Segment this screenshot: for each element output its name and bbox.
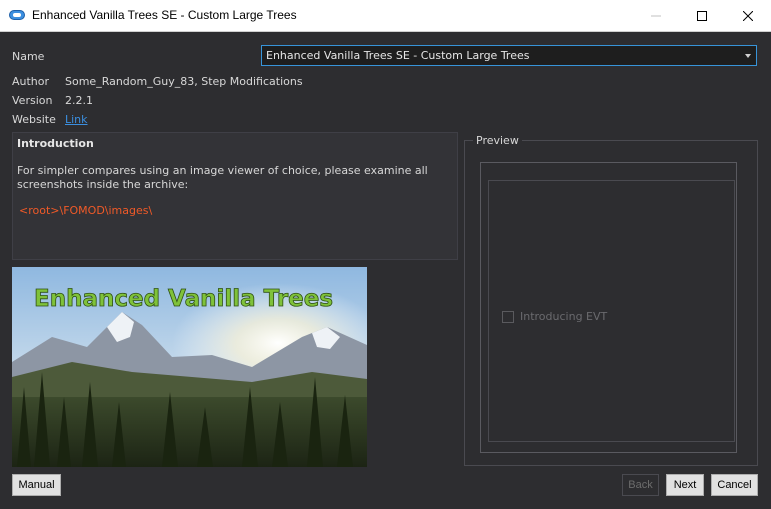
author-label: Author <box>12 75 50 88</box>
option-checkbox[interactable] <box>502 310 514 323</box>
name-label: Name <box>12 50 45 63</box>
author-value: Some_Random_Guy_83, Step Modifications <box>65 75 303 88</box>
close-button[interactable] <box>725 0 771 31</box>
title-bar: Enhanced Vanilla Trees SE - Custom Large… <box>0 0 771 32</box>
website-link[interactable]: Link <box>65 113 88 126</box>
next-button[interactable]: Next <box>666 474 704 496</box>
cancel-button[interactable]: Cancel <box>711 474 758 496</box>
maximize-icon <box>697 10 707 21</box>
option-image[interactable]: Enhanced Vanilla Trees <box>12 267 367 467</box>
landscape-image: Enhanced Vanilla Trees <box>12 267 367 467</box>
manual-button[interactable]: Manual <box>12 474 61 496</box>
intro-body: For simpler compares using an image view… <box>17 164 428 191</box>
chevron-down-icon <box>745 54 751 58</box>
name-select[interactable]: Enhanced Vanilla Trees SE - Custom Large… <box>261 45 757 66</box>
intro-heading: Introduction <box>17 137 94 150</box>
intro-path: <root>\FOMOD\images\ <box>19 204 153 217</box>
window-title: Enhanced Vanilla Trees SE - Custom Large… <box>32 8 297 22</box>
close-icon <box>743 10 753 21</box>
version-label: Version <box>12 94 53 107</box>
version-value: 2.2.1 <box>65 94 93 107</box>
website-label: Website <box>12 113 56 126</box>
maximize-button[interactable] <box>679 0 725 31</box>
description-box[interactable]: Introduction For simpler compares using … <box>12 132 458 260</box>
preview-legend: Preview <box>473 134 522 147</box>
banner-text: Enhanced Vanilla Trees <box>34 286 333 312</box>
preview-group: Preview Introducing EVT <box>464 134 758 466</box>
name-select-value: Enhanced Vanilla Trees SE - Custom Large… <box>266 49 530 62</box>
app-icon <box>9 10 25 20</box>
option-checkbox-label: Introducing EVT <box>520 310 608 323</box>
minimize-button[interactable] <box>633 0 679 31</box>
back-button[interactable]: Back <box>622 474 659 496</box>
option-checkbox-row: Introducing EVT <box>502 310 607 323</box>
minimize-icon <box>651 15 661 16</box>
